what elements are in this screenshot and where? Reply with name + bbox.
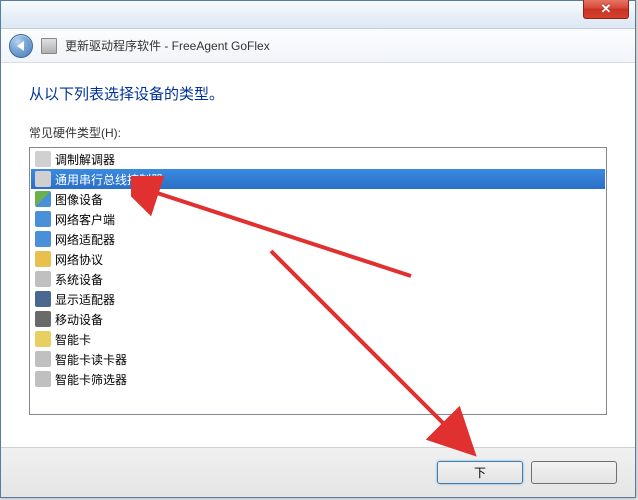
- list-label: 常见硬件类型(H):: [29, 124, 607, 141]
- list-item[interactable]: 系统设备: [31, 269, 605, 289]
- close-icon: ✕: [601, 1, 612, 17]
- mobile-device-icon: [35, 311, 51, 327]
- usb-icon: [35, 171, 51, 187]
- network-adapter-icon: [35, 231, 51, 247]
- close-button[interactable]: ✕: [583, 0, 629, 19]
- network-protocol-icon: [35, 251, 51, 267]
- list-item[interactable]: 显示适配器: [31, 289, 605, 309]
- device-type-listbox[interactable]: 调制解调器 通用串行总线控制器 图像设备 网络客户端 网络适配器 网络协议: [29, 147, 607, 415]
- list-item-label: 显示适配器: [55, 291, 115, 308]
- network-client-icon: [35, 211, 51, 227]
- list-item[interactable]: 智能卡筛选器: [31, 369, 605, 389]
- page-heading: 从以下列表选择设备的类型。: [29, 83, 607, 104]
- back-arrow-icon: [17, 41, 24, 51]
- system-device-icon: [35, 271, 51, 287]
- header-bar: 更新驱动程序软件 - FreeAgent GoFlex: [1, 29, 635, 63]
- smartcard-icon: [35, 331, 51, 347]
- back-button[interactable]: [9, 34, 33, 58]
- list-item[interactable]: 调制解调器: [31, 149, 605, 169]
- list-item-label: 智能卡读卡器: [55, 351, 127, 368]
- list-item[interactable]: 移动设备: [31, 309, 605, 329]
- footer-bar: 下: [1, 447, 635, 497]
- list-item[interactable]: 网络协议: [31, 249, 605, 269]
- list-item[interactable]: 网络客户端: [31, 209, 605, 229]
- list-item[interactable]: 网络适配器: [31, 229, 605, 249]
- list-item[interactable]: 通用串行总线控制器: [31, 169, 605, 189]
- smartcard-filter-icon: [35, 371, 51, 387]
- list-item-label: 调制解调器: [55, 151, 115, 168]
- list-item-label: 移动设备: [55, 311, 103, 328]
- list-item-label: 网络客户端: [55, 211, 115, 228]
- next-button[interactable]: 下: [437, 461, 523, 484]
- list-item-label: 网络协议: [55, 251, 103, 268]
- list-item-label: 图像设备: [55, 191, 103, 208]
- dialog-window: ✕ 更新驱动程序软件 - FreeAgent GoFlex 从以下列表选择设备的…: [0, 0, 636, 498]
- list-item-label: 系统设备: [55, 271, 103, 288]
- content-area: 从以下列表选择设备的类型。 常见硬件类型(H): 调制解调器 通用串行总线控制器…: [1, 63, 635, 447]
- smartcard-reader-icon: [35, 351, 51, 367]
- display-adapter-icon: [35, 291, 51, 307]
- image-device-icon: [35, 191, 51, 207]
- list-item-label: 智能卡: [55, 331, 91, 348]
- modem-icon: [35, 151, 51, 167]
- list-item[interactable]: 智能卡: [31, 329, 605, 349]
- window-title: 更新驱动程序软件 - FreeAgent GoFlex: [65, 37, 270, 54]
- list-item-label: 通用串行总线控制器: [55, 171, 163, 188]
- disk-icon: [41, 38, 57, 54]
- list-item[interactable]: 图像设备: [31, 189, 605, 209]
- cancel-button[interactable]: [531, 461, 617, 484]
- list-item[interactable]: 智能卡读卡器: [31, 349, 605, 369]
- list-item-label: 智能卡筛选器: [55, 371, 127, 388]
- list-item-label: 网络适配器: [55, 231, 115, 248]
- next-button-label: 下: [474, 464, 486, 481]
- titlebar: ✕: [1, 1, 635, 29]
